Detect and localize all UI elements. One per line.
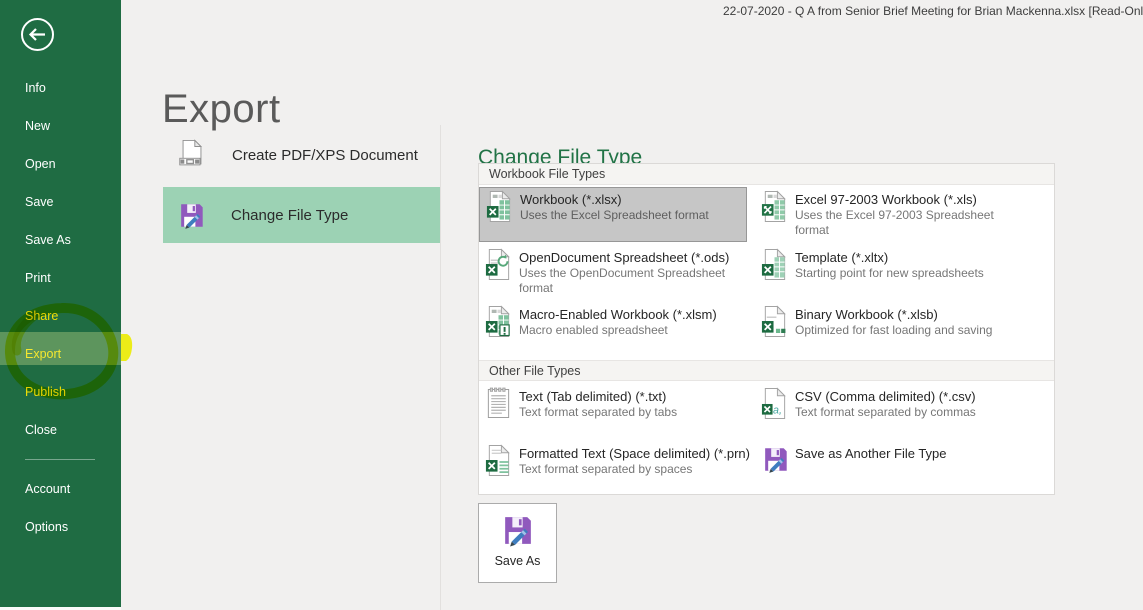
file-type-title: Binary Workbook (*.xlsb)	[795, 303, 1023, 323]
sidebar-separator	[25, 459, 95, 460]
file-type-title: OpenDocument Spreadsheet (*.ods)	[519, 246, 747, 266]
file-type-tile-save-as-another[interactable]: Save as Another File Type	[755, 442, 1023, 492]
panel-divider	[440, 125, 441, 610]
file-type-tile-xlsm[interactable]: Macro-Enabled Workbook (*.xlsm) Macro en…	[479, 303, 747, 353]
sidebar-item-open[interactable]: Open	[25, 156, 56, 172]
text-file-icon	[484, 387, 513, 420]
file-type-desc: Starting point for new spreadsheets	[795, 266, 1017, 281]
section-header-other-file-types: Other File Types	[479, 360, 1054, 381]
sidebar-item-info[interactable]: Info	[25, 80, 46, 96]
save-as-button[interactable]: Save As	[478, 503, 557, 583]
export-option-label: Change File Type	[231, 207, 348, 224]
back-arrow-icon	[19, 16, 56, 53]
pdf-xps-document-icon	[176, 139, 208, 171]
file-type-desc: Optimized for fast loading and saving	[795, 323, 1017, 338]
export-option-change-file-type[interactable]: Change File Type	[163, 187, 440, 243]
file-type-list: Workbook File Types Workbook (*.xlsx) Us…	[478, 163, 1055, 495]
sidebar-item-account[interactable]: Account	[25, 481, 70, 497]
back-button[interactable]	[19, 16, 56, 53]
page-title: Export	[162, 87, 281, 132]
file-type-desc: Uses the Excel 97-2003 Spreadsheet forma…	[795, 208, 1017, 238]
file-type-title: Macro-Enabled Workbook (*.xlsm)	[519, 303, 747, 323]
sidebar-item-new[interactable]: New	[25, 118, 50, 134]
sidebar-item-save-as[interactable]: Save As	[25, 232, 71, 248]
file-type-desc: Uses the Excel Spreadsheet format	[520, 208, 742, 223]
sidebar-item-print[interactable]: Print	[25, 270, 51, 286]
file-type-desc: Text format separated by tabs	[519, 405, 741, 420]
export-option-label: Create PDF/XPS Document	[232, 147, 418, 164]
file-type-title: Save as Another File Type	[795, 442, 1023, 462]
window-title: 22-07-2020 - Q A from Senior Brief Meeti…	[723, 4, 1143, 18]
file-type-desc: Text format separated by spaces	[519, 462, 741, 477]
file-type-title: Template (*.xltx)	[795, 246, 1023, 266]
sidebar-item-publish[interactable]: Publish	[25, 384, 66, 400]
sidebar-item-options[interactable]: Options	[25, 519, 68, 535]
sidebar-item-close[interactable]: Close	[25, 422, 57, 438]
sidebar-item-export[interactable]: Export	[25, 346, 61, 362]
file-type-desc: Uses the OpenDocument Spreadsheet format	[519, 266, 734, 296]
export-option-create-pdf-xps[interactable]: Create PDF/XPS Document	[163, 130, 440, 180]
excel-workbook-icon	[485, 190, 514, 223]
csv-file-icon	[760, 387, 789, 420]
macro-enabled-workbook-icon	[484, 305, 513, 338]
sidebar-item-save[interactable]: Save	[25, 194, 54, 210]
file-type-title: Text (Tab delimited) (*.txt)	[519, 385, 747, 405]
file-type-tile-prn[interactable]: Formatted Text (Space delimited) (*.prn)…	[479, 442, 747, 492]
excel-backstage-export: { "titlebar": { "document_title": "22-07…	[0, 0, 1143, 610]
section-header-workbook-file-types: Workbook File Types	[479, 164, 1054, 185]
file-type-tile-xltx[interactable]: Template (*.xltx) Starting point for new…	[755, 246, 1023, 303]
file-type-tile-xlsx[interactable]: Workbook (*.xlsx) Uses the Excel Spreads…	[479, 187, 747, 242]
backstage-sidebar: Info New Open Save Save As Print Share E…	[0, 0, 121, 607]
floppy-pencil-icon	[176, 200, 207, 231]
file-type-tile-ods[interactable]: OpenDocument Spreadsheet (*.ods) Uses th…	[479, 246, 747, 303]
file-type-title: CSV (Comma delimited) (*.csv)	[795, 385, 1023, 405]
save-as-button-label: Save As	[479, 554, 556, 568]
floppy-pencil-icon	[760, 444, 791, 475]
sidebar-item-share[interactable]: Share	[25, 308, 58, 324]
excel-97-2003-workbook-icon	[760, 190, 789, 223]
file-type-desc: Text format separated by commas	[795, 405, 1017, 420]
file-type-desc: Macro enabled spreadsheet	[519, 323, 741, 338]
file-type-title: Workbook (*.xlsx)	[520, 188, 746, 208]
file-type-title: Formatted Text (Space delimited) (*.prn)	[519, 442, 747, 462]
file-type-title: Excel 97-2003 Workbook (*.xls)	[795, 188, 1023, 208]
template-icon	[760, 248, 789, 281]
file-type-tile-txt[interactable]: Text (Tab delimited) (*.txt) Text format…	[479, 385, 747, 435]
opendocument-spreadsheet-icon	[484, 248, 513, 281]
formatted-text-icon	[484, 444, 513, 477]
file-type-tile-xlsb[interactable]: Binary Workbook (*.xlsb) Optimized for f…	[755, 303, 1023, 353]
file-type-tile-csv[interactable]: CSV (Comma delimited) (*.csv) Text forma…	[755, 385, 1023, 435]
file-type-tile-xls[interactable]: Excel 97-2003 Workbook (*.xls) Uses the …	[755, 188, 1023, 241]
floppy-pencil-icon	[499, 512, 536, 549]
binary-workbook-icon	[760, 305, 789, 338]
